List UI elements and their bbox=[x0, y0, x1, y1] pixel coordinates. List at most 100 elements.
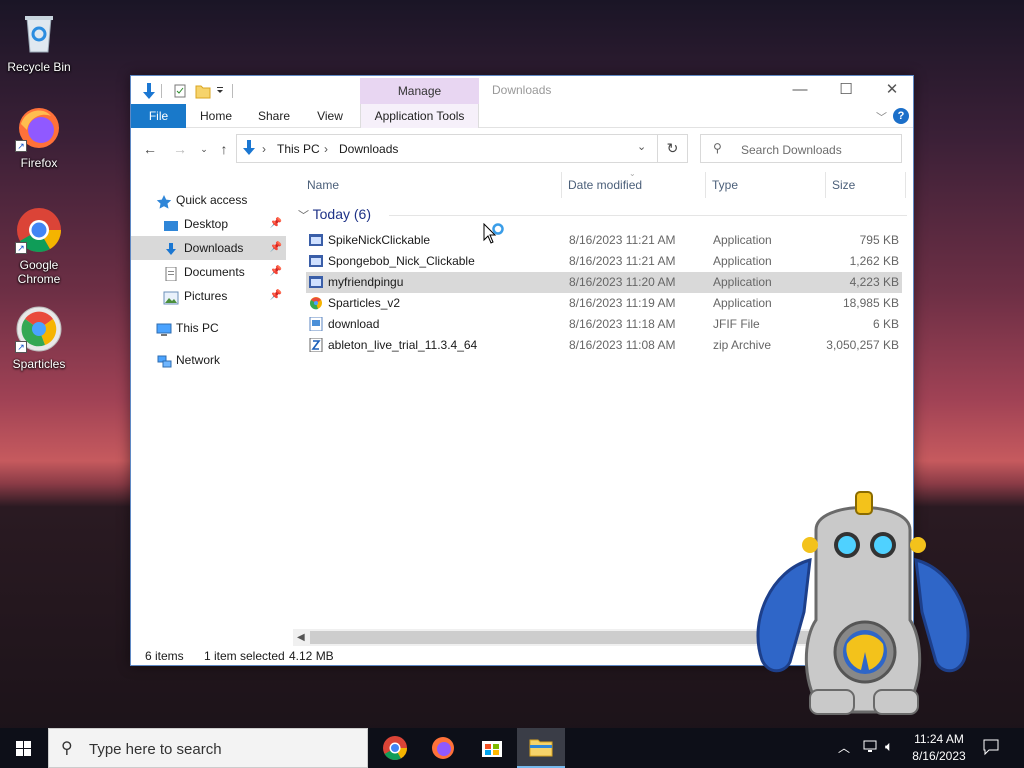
close-button[interactable]: ✕ bbox=[869, 76, 915, 104]
column-header-type[interactable]: Type bbox=[712, 178, 738, 192]
search-placeholder: Search Downloads bbox=[741, 143, 842, 157]
file-name: Sparticles_v2 bbox=[328, 296, 401, 310]
file-row-selected[interactable]: myfriendpingu 8/16/2023 11:20 AM Applica… bbox=[306, 272, 902, 293]
nav-label: This PC bbox=[176, 321, 219, 335]
ribbon-tabs: File Home Share View Application Tools ﹀… bbox=[131, 104, 913, 128]
scroll-left-icon[interactable]: ◀ bbox=[297, 629, 305, 646]
forward-button[interactable]: → bbox=[171, 140, 189, 158]
nav-network[interactable]: Network bbox=[131, 348, 286, 372]
taskbar-chrome[interactable] bbox=[371, 728, 419, 768]
recent-locations-button[interactable]: ⌄ bbox=[195, 140, 213, 158]
file-size: 4,223 KB bbox=[849, 275, 899, 289]
sparticles-icon: ↗ bbox=[15, 305, 63, 353]
address-bar[interactable]: › This PC › Downloads ⌄ bbox=[236, 134, 658, 163]
pin-icon: 📌 bbox=[269, 266, 282, 277]
desktop-icon-firefox[interactable]: ↗ Firefox bbox=[1, 104, 77, 170]
maximize-button[interactable]: ☐ bbox=[823, 76, 869, 104]
column-divider[interactable] bbox=[905, 172, 906, 198]
quick-access-toolbar bbox=[139, 82, 239, 99]
app-icon bbox=[309, 233, 323, 247]
file-date: 8/16/2023 11:20 AM bbox=[569, 275, 676, 289]
file-type: JFIF File bbox=[713, 317, 760, 331]
file-name: SpikeNickClickable bbox=[328, 233, 431, 247]
chrome-icon: ↗ bbox=[15, 206, 63, 254]
tab-share[interactable]: Share bbox=[249, 104, 299, 128]
downloads-icon bbox=[163, 241, 179, 255]
file-row[interactable]: Sparticles_v2 8/16/2023 11:19 AM Applica… bbox=[306, 293, 902, 314]
nav-quick-access[interactable]: Quick access bbox=[131, 188, 286, 212]
breadcrumb-this-pc[interactable]: This PC bbox=[277, 142, 320, 156]
file-type: Application bbox=[713, 233, 772, 247]
clock-time: 11:24 AM bbox=[914, 732, 964, 746]
address-dropdown-icon[interactable]: ⌄ bbox=[637, 140, 646, 153]
column-header-name[interactable]: Name bbox=[307, 178, 339, 192]
show-hidden-icons-chevron-icon[interactable]: ︿ bbox=[838, 739, 850, 756]
taskbar-file-explorer[interactable] bbox=[517, 728, 565, 768]
file-row[interactable]: ableton_live_trial_11.3.4_64 8/16/2023 1… bbox=[306, 335, 902, 356]
taskbar-clock[interactable]: 11:24 AM 8/16/2023 bbox=[905, 731, 973, 765]
help-icon[interactable]: ? bbox=[893, 108, 909, 124]
file-type: Application bbox=[713, 275, 772, 289]
file-name: download bbox=[328, 317, 380, 331]
file-name: myfriendpingu bbox=[328, 275, 404, 289]
start-button[interactable] bbox=[0, 728, 48, 768]
firefox-icon bbox=[432, 737, 454, 759]
column-header-size[interactable]: Size bbox=[832, 178, 855, 192]
tab-application-tools[interactable]: Application Tools bbox=[360, 104, 479, 128]
taskbar-store[interactable] bbox=[468, 728, 516, 768]
notifications-icon[interactable] bbox=[982, 738, 1000, 759]
ribbon-expand-icon[interactable]: ﹀ bbox=[876, 109, 887, 125]
breadcrumb-separator-icon: › bbox=[324, 142, 328, 156]
file-size: 795 KB bbox=[859, 233, 899, 247]
chrome-icon bbox=[383, 736, 407, 761]
manage-contextual-tab[interactable]: Manage bbox=[360, 78, 479, 104]
nav-pictures[interactable]: Pictures 📌 bbox=[131, 284, 286, 308]
column-divider[interactable] bbox=[561, 172, 562, 198]
minimize-button[interactable]: — bbox=[777, 76, 823, 104]
file-date: 8/16/2023 11:08 AM bbox=[569, 338, 676, 352]
file-row[interactable]: Spongebob_Nick_Clickable 8/16/2023 11:21… bbox=[306, 251, 902, 272]
file-name: ableton_live_trial_11.3.4_64 bbox=[328, 338, 478, 352]
desktop-icon-sparticles[interactable]: ↗ Sparticles bbox=[1, 305, 77, 371]
tab-file[interactable]: File bbox=[131, 104, 186, 128]
breadcrumb-downloads[interactable]: Downloads bbox=[339, 142, 398, 156]
network-tray-icon[interactable] bbox=[862, 739, 880, 758]
nav-downloads[interactable]: Downloads 📌 bbox=[131, 236, 286, 260]
file-row[interactable]: SpikeNickClickable 8/16/2023 11:21 AM Ap… bbox=[306, 230, 902, 251]
windows-logo-icon bbox=[16, 741, 31, 756]
file-size: 18,985 KB bbox=[842, 296, 899, 310]
clock-date: 8/16/2023 bbox=[912, 749, 966, 763]
nav-documents[interactable]: Documents 📌 bbox=[131, 260, 286, 284]
volume-icon[interactable]: 🔈︎ bbox=[885, 738, 893, 755]
nav-desktop[interactable]: Desktop 📌 bbox=[131, 212, 286, 236]
nav-label: Network bbox=[176, 353, 221, 367]
taskbar-search-placeholder: Type here to search bbox=[89, 741, 222, 758]
image-file-icon bbox=[309, 316, 323, 332]
search-icon: ⚲ bbox=[713, 141, 722, 155]
up-button[interactable]: ↑ bbox=[215, 140, 233, 158]
column-header-date[interactable]: Date modified bbox=[568, 178, 642, 192]
title-bar[interactable]: Manage Downloads — ☐ ✕ bbox=[131, 76, 913, 104]
desktop-icon-label: Recycle Bin bbox=[7, 60, 71, 74]
desktop-mascot-robot[interactable] bbox=[752, 490, 974, 722]
column-divider[interactable] bbox=[825, 172, 826, 198]
file-row[interactable]: download 8/16/2023 11:18 AM JFIF File 6 … bbox=[306, 314, 902, 335]
desktop-icon-recycle-bin[interactable]: Recycle Bin bbox=[1, 8, 77, 74]
group-header-today[interactable]: ﹀ Today (6) bbox=[298, 206, 371, 223]
column-divider[interactable] bbox=[705, 172, 706, 198]
breadcrumb-separator-icon: › bbox=[262, 142, 266, 156]
computer-icon bbox=[156, 321, 172, 336]
refresh-button[interactable]: ↻ bbox=[658, 134, 688, 163]
taskbar-search-input[interactable]: ⚲ Type here to search bbox=[48, 728, 368, 768]
pin-icon: 📌 bbox=[269, 218, 282, 229]
taskbar-firefox[interactable] bbox=[419, 728, 467, 768]
group-label: Today (6) bbox=[312, 206, 371, 222]
tab-home[interactable]: Home bbox=[191, 104, 241, 128]
tab-view[interactable]: View bbox=[305, 104, 355, 128]
sparticles-icon bbox=[309, 296, 323, 310]
nav-this-pc[interactable]: This PC bbox=[131, 316, 286, 340]
back-button[interactable]: ← bbox=[141, 140, 159, 158]
desktop-icon-google-chrome[interactable]: ↗ Google Chrome bbox=[1, 206, 77, 286]
search-input[interactable]: ⚲ Search Downloads bbox=[700, 134, 902, 163]
navigation-pane: Quick access Desktop 📌 Downloads 📌 Docum… bbox=[131, 178, 293, 646]
